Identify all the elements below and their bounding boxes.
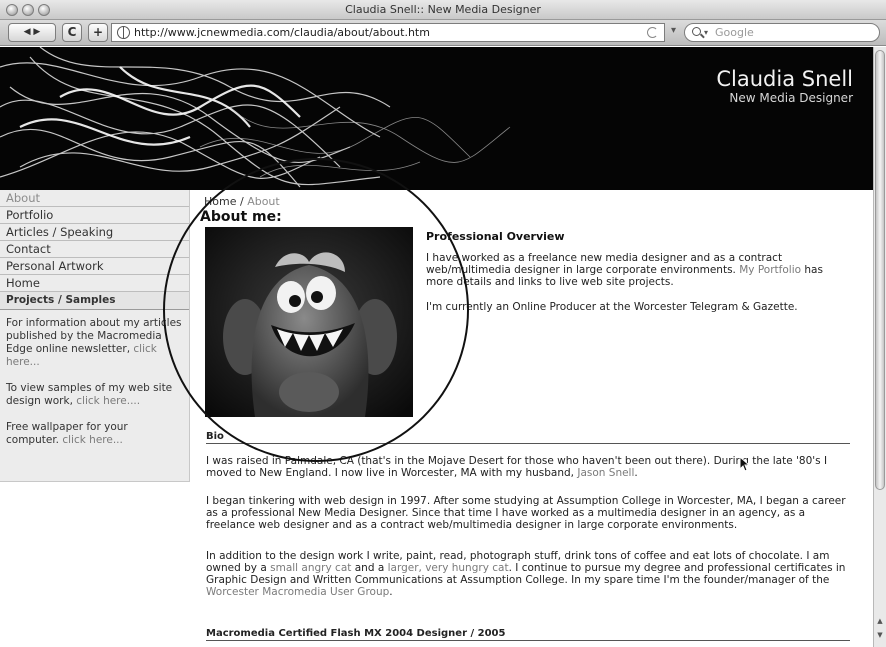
header-banner: Claudia Snell New Media Designer <box>0 47 873 190</box>
sidebar-blurb: For information about my articles publis… <box>0 310 189 369</box>
bio-paragraph: I was raised in Palmdale, CA (that's in … <box>206 455 850 479</box>
back-forward-button[interactable]: ◀ ▶ <box>8 23 56 42</box>
sidebar-item-about[interactable]: About <box>0 190 189 207</box>
vertical-scrollbar[interactable]: ▲ ▼ <box>873 47 886 647</box>
small-angry-cat-link[interactable]: small angry cat <box>270 562 351 574</box>
bio-text: . <box>389 586 393 598</box>
scroll-down-arrow-icon[interactable]: ▼ <box>874 629 886 642</box>
search-icon <box>692 27 701 36</box>
overview-paragraph: I have worked as a freelance new media d… <box>426 252 850 288</box>
breadcrumb-current: About <box>247 195 280 208</box>
mouse-cursor-icon <box>739 456 751 472</box>
jason-snell-link[interactable]: Jason Snell <box>577 467 634 479</box>
scroll-up-arrow-icon[interactable]: ▲ <box>874 615 886 628</box>
bio-heading: Bio <box>206 431 850 444</box>
bio-text: and a <box>354 562 385 574</box>
sidebar: About Portfolio Articles / Speaking Cont… <box>0 190 190 482</box>
sidebar-item-home[interactable]: Home <box>0 275 189 292</box>
address-bar[interactable]: http://www.jcnewmedia.com/claudia/about/… <box>111 23 665 42</box>
browser-toolbar: ◀ ▶ C + http://www.jcnewmedia.com/claudi… <box>0 20 886 46</box>
sidebar-item-contact[interactable]: Contact <box>0 241 189 258</box>
chevron-down-icon: ▾ <box>704 28 709 37</box>
site-tagline: New Media Designer <box>729 91 853 105</box>
snapback-icon[interactable] <box>647 27 658 38</box>
breadcrumb-home[interactable]: Home <box>204 195 236 208</box>
search-engine-dropdown-icon[interactable]: ▾ <box>671 25 676 36</box>
bio-text: . <box>634 467 638 479</box>
sidebar-blurb: To view samples of my web site design wo… <box>0 369 189 408</box>
globe-icon <box>117 26 130 39</box>
reload-button[interactable]: C <box>62 23 82 42</box>
hungry-cat-link[interactable]: larger, very hungry cat <box>388 562 509 574</box>
sidebar-blurb: Free wallpaper for your computer. click … <box>0 408 189 447</box>
add-bookmark-button[interactable]: + <box>88 23 108 42</box>
page-title: About me: <box>200 209 282 225</box>
sidebar-item-articles[interactable]: Articles / Speaking <box>0 224 189 241</box>
sidebar-section-title: Projects / Samples <box>0 292 189 310</box>
breadcrumb-separator: / <box>236 195 248 208</box>
wallpaper-link[interactable]: click here... <box>62 434 122 446</box>
samples-link[interactable]: click here.... <box>76 395 140 407</box>
address-text: http://www.jcnewmedia.com/claudia/about/… <box>134 26 430 39</box>
sidebar-item-personal-artwork[interactable]: Personal Artwork <box>0 258 189 275</box>
bio-paragraph: In addition to the design work I write, … <box>206 550 850 598</box>
window-titlebar: Claudia Snell:: New Media Designer <box>0 0 886 20</box>
certification-heading: Macromedia Certified Flash MX 2004 Desig… <box>206 628 850 641</box>
sidebar-item-portfolio[interactable]: Portfolio <box>0 207 189 224</box>
user-group-link[interactable]: Worcester Macromedia User Group <box>206 586 389 598</box>
overview-heading: Professional Overview <box>426 230 565 243</box>
breadcrumb: Home / About <box>204 195 280 208</box>
scrollbar-thumb[interactable] <box>875 50 885 490</box>
bio-paragraph: I began tinkering with web design in 199… <box>206 495 846 531</box>
overview-text: I have worked as a freelance new media d… <box>426 252 783 276</box>
site-logo-name[interactable]: Claudia Snell <box>716 67 853 91</box>
profile-photo <box>205 227 413 417</box>
search-placeholder: Google <box>715 26 754 39</box>
main-content: Home / About About me: Professional Over… <box>200 190 850 647</box>
search-input[interactable]: ▾ Google <box>684 23 880 42</box>
monster-figurine-image <box>205 227 413 417</box>
portfolio-link[interactable]: My Portfolio <box>739 264 801 276</box>
overview-paragraph: I'm currently an Online Producer at the … <box>426 301 798 313</box>
window-title: Claudia Snell:: New Media Designer <box>345 3 541 16</box>
bio-text: I was raised in Palmdale, CA (that's in … <box>206 455 828 479</box>
